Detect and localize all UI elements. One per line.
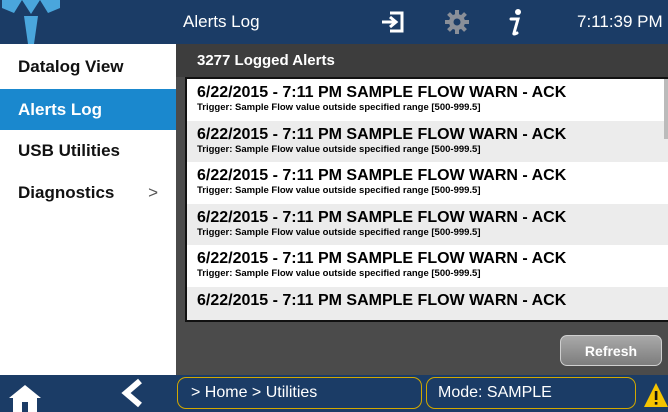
chevron-right-icon: >	[148, 183, 158, 202]
home-icon[interactable]	[8, 383, 42, 412]
sidebar-item-label: USB Utilities	[18, 141, 121, 160]
breadcrumb[interactable]: > Home > Utilities	[177, 377, 422, 409]
info-icon[interactable]	[503, 7, 527, 37]
top-bar: Alerts Log 7:11:39 PM	[0, 0, 668, 44]
mode-indicator[interactable]: Mode: SAMPLE	[426, 377, 636, 409]
sidebar-item-usb-utilities[interactable]: USB Utilities	[0, 130, 176, 171]
gear-icon[interactable]	[444, 9, 470, 35]
alerts-count: 3277 Logged Alerts	[197, 52, 335, 69]
sidebar-item-label: Datalog View	[18, 57, 124, 76]
alert-detail: Trigger: Sample Flow value outside speci…	[197, 185, 481, 196]
warning-icon[interactable]	[644, 382, 668, 408]
sidebar-item-label: Diagnostics	[18, 183, 115, 202]
clock: 7:11:39 PM	[577, 12, 663, 31]
alert-title: 6/22/2015 - 7:11 PM SAMPLE FLOW WARN - A…	[197, 125, 567, 143]
alert-title: 6/22/2015 - 7:11 PM SAMPLE FLOW WARN - A…	[197, 84, 567, 101]
sidebar-item-diagnostics[interactable]: Diagnostics >	[0, 172, 176, 213]
bottom-bar: > Home > Utilities Mode: SAMPLE	[0, 375, 668, 412]
list-item[interactable]: 6/22/2015 - 7:11 PM SAMPLE FLOW WARN - A…	[187, 286, 668, 320]
alert-title: 6/22/2015 - 7:11 PM SAMPLE FLOW WARN - A…	[197, 167, 567, 184]
alert-detail: Trigger: Sample Flow value outside speci…	[197, 226, 481, 238]
alert-title: 6/22/2015 - 7:11 PM SAMPLE FLOW WARN - A…	[197, 250, 567, 267]
list-item[interactable]: 6/22/2015 - 7:11 PM SAMPLE FLOW WARN - A…	[187, 79, 668, 121]
sidebar: Datalog View Alerts Log USB Utilities Di…	[0, 44, 176, 375]
scrollbar[interactable]	[664, 79, 668, 139]
refresh-button[interactable]: Refresh	[560, 335, 662, 366]
sidebar-item-alerts-log[interactable]: Alerts Log	[0, 89, 176, 130]
alert-detail: Trigger: Sample Flow value outside speci…	[197, 268, 481, 279]
page-title: Alerts Log	[183, 12, 260, 31]
list-item[interactable]: 6/22/2015 - 7:11 PM SAMPLE FLOW WARN - A…	[187, 203, 668, 245]
alert-detail: Trigger: Sample Flow value outside speci…	[197, 143, 481, 155]
list-item[interactable]: 6/22/2015 - 7:11 PM SAMPLE FLOW WARN - A…	[187, 245, 668, 287]
alerts-panel: 3277 Logged Alerts 6/22/2015 - 7:11 PM S…	[176, 44, 668, 375]
alerts-header: 3277 Logged Alerts	[176, 44, 668, 77]
list-item[interactable]: 6/22/2015 - 7:11 PM SAMPLE FLOW WARN - A…	[187, 162, 668, 204]
list-item[interactable]: 6/22/2015 - 7:11 PM SAMPLE FLOW WARN - A…	[187, 120, 668, 162]
alerts-list[interactable]: 6/22/2015 - 7:11 PM SAMPLE FLOW WARN - A…	[185, 77, 668, 322]
alert-title: 6/22/2015 - 7:11 PM SAMPLE FLOW WARN - A…	[197, 291, 567, 309]
logo-icon	[0, 0, 178, 44]
sidebar-item-label: Alerts Log	[18, 100, 103, 119]
alert-detail: Trigger: Sample Flow value outside speci…	[197, 102, 481, 113]
back-icon[interactable]	[118, 378, 146, 408]
alert-title: 6/22/2015 - 7:11 PM SAMPLE FLOW WARN - A…	[197, 208, 567, 226]
sidebar-item-datalog-view[interactable]: Datalog View	[0, 46, 176, 87]
exit-icon[interactable]	[380, 9, 406, 35]
